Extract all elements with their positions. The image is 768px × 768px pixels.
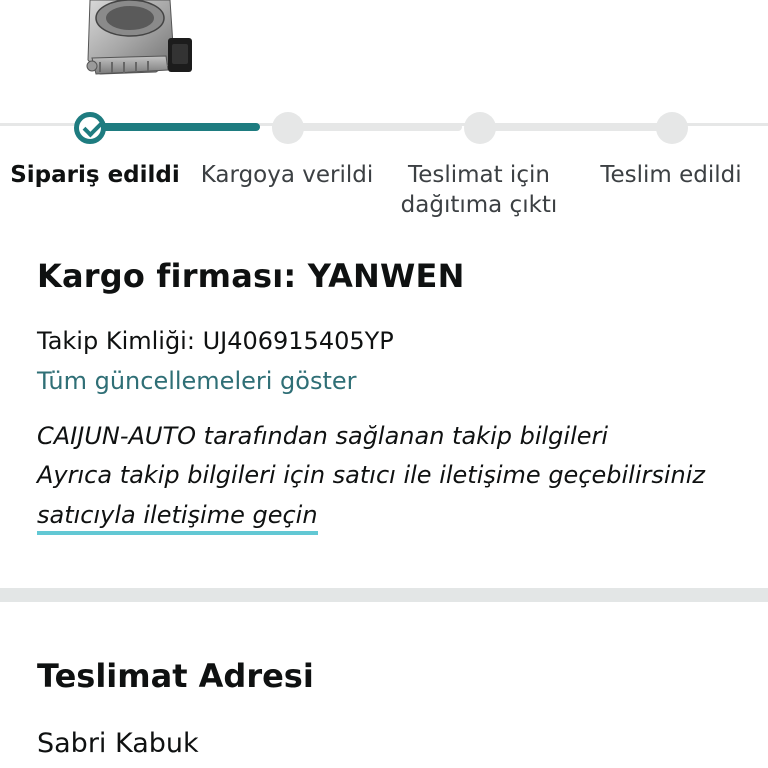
show-all-updates-link[interactable]: Tüm güncellemeleri göster (37, 367, 357, 395)
carrier-heading: Kargo firması: YANWEN (37, 257, 465, 295)
throttle-body-icon (86, 0, 192, 75)
delivery-address-heading: Teslimat Adresi (37, 657, 314, 695)
contact-seller-link[interactable]: satıcıyla iletişime geçin (37, 501, 318, 535)
progress-segment-complete (90, 123, 260, 131)
section-divider (0, 588, 768, 602)
step-delivered-node (656, 112, 688, 144)
progress-segment (470, 123, 665, 131)
shipment-progress-tracker: Sipariş edildi Kargoya verildi Teslimat … (0, 112, 768, 222)
tracking-id: Takip Kimliği: UJ406915405YP (37, 327, 394, 355)
tracking-provider-note: CAIJUN-AUTO tarafından sağlanan takip bi… (37, 422, 609, 450)
step-ordered-check-icon (74, 112, 106, 144)
product-header (0, 0, 768, 124)
contact-seller-hint: Ayrıca takip bilgileri için satıcı ile i… (37, 461, 706, 489)
step-label-ordered: Sipariş edildi (10, 162, 180, 188)
step-label-delivered: Teslim edildi (600, 162, 742, 188)
step-label-shipped: Kargoya verildi (200, 162, 374, 188)
recipient-name: Sabri Kabuk (37, 728, 199, 759)
step-out-for-delivery-node (464, 112, 496, 144)
step-shipped-node (272, 112, 304, 144)
product-image[interactable] (70, 0, 210, 82)
order-tracking-screen: Sipariş edildi Kargoya verildi Teslimat … (0, 0, 768, 768)
step-label-out-for-delivery: Teslimat için dağıtıma çıktı (400, 162, 558, 218)
